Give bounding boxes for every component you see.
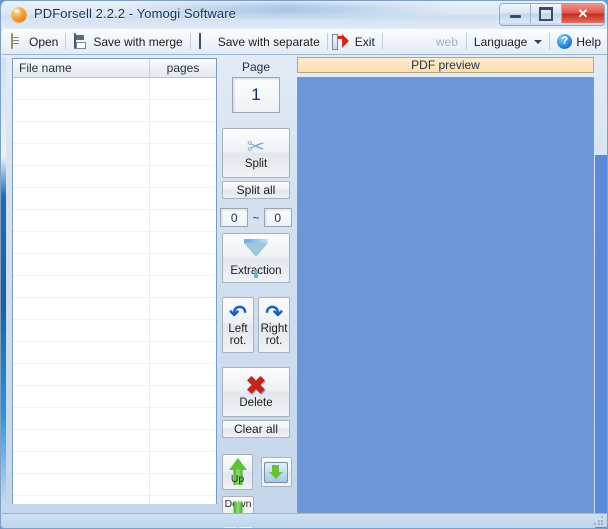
rotate-left-button[interactable]: ↶ Left rot. <box>222 297 254 353</box>
move-up-label: Up <box>230 473 245 485</box>
status-bar <box>2 513 607 527</box>
split-button[interactable]: ✂ Split <box>222 128 290 178</box>
split-button-label: Split <box>244 158 268 170</box>
rotate-left-label-2: rot. <box>229 334 247 347</box>
rotate-left-icon: ↶ <box>229 301 247 325</box>
file-list-panel[interactable]: File name pages <box>12 58 217 504</box>
page-controls-panel: Page 1 ✂ Split Split all 0 ~ 0 Extractio… <box>220 56 292 528</box>
chevron-down-icon <box>534 39 543 44</box>
language-menu[interactable]: Language <box>467 31 549 52</box>
help-button-label: Help <box>576 34 601 49</box>
file-list-column-divider <box>149 78 150 504</box>
scissors-icon: ✂ <box>246 134 266 159</box>
range-to-input[interactable]: 0 <box>263 208 292 227</box>
save-with-separate-label: Save with separate <box>217 34 320 49</box>
language-menu-label: Language <box>473 34 528 49</box>
delete-button-label: Delete <box>239 397 273 409</box>
pdf-preview-canvas[interactable] <box>595 155 607 528</box>
save-with-merge-button[interactable]: Save with merge <box>66 31 189 52</box>
window-controls: ✕ <box>499 3 605 26</box>
column-header-file-name[interactable]: File name <box>13 59 149 77</box>
rotate-left-label-1: Left <box>228 322 248 335</box>
window-title: PDForsell 2.2.2 - Yomogi Software <box>34 6 237 21</box>
web-link[interactable]: web <box>428 35 466 49</box>
floppy-disk-icon <box>73 32 89 50</box>
rotate-right-button[interactable]: ↷ Right rot. <box>258 297 290 353</box>
toolbar-separator <box>381 33 383 50</box>
grid-split-icon <box>198 32 214 50</box>
extraction-range-row: 0 ~ 0 <box>220 208 292 227</box>
open-button[interactable]: Open <box>2 31 65 52</box>
main-toolbar: Open Save with merge Save with separate … <box>2 29 607 55</box>
resize-grip[interactable] <box>593 515 605 527</box>
extraction-button[interactable]: Extraction <box>222 233 290 283</box>
page-label: Page <box>241 60 271 74</box>
exit-button[interactable]: Exit <box>328 31 382 52</box>
exit-door-icon <box>331 33 351 50</box>
help-button[interactable]: ? Help <box>550 31 607 52</box>
application-window: PDForsell 2.2.2 - Yomogi Software ✕ Open… <box>0 0 608 529</box>
close-button[interactable]: ✕ <box>562 4 604 23</box>
pdf-preview-header: PDF preview <box>297 57 594 73</box>
save-with-merge-label: Save with merge <box>93 34 183 49</box>
rotate-right-label-2: rot. <box>265 334 283 347</box>
page-number-input[interactable]: 1 <box>232 77 280 113</box>
rotation-buttons: ↶ Left rot. ↷ Right rot. <box>220 297 292 353</box>
title-bar: PDForsell 2.2.2 - Yomogi Software ✕ <box>1 1 607 30</box>
question-mark-icon: ? <box>557 34 573 49</box>
exit-button-label: Exit <box>354 34 375 49</box>
rotate-right-label-1: Right <box>260 322 288 335</box>
maximize-button[interactable] <box>531 4 562 23</box>
range-separator: ~ <box>252 210 260 225</box>
delete-button[interactable]: ✖ Delete <box>222 367 290 417</box>
move-up-button[interactable]: Up <box>222 454 254 490</box>
minimize-icon <box>509 15 521 18</box>
red-x-icon: ✖ <box>245 372 267 400</box>
funnel-icon <box>244 243 268 278</box>
window-accent-strip <box>1 58 6 504</box>
file-list-rows[interactable] <box>13 78 216 504</box>
file-list-header: File name pages <box>13 59 216 78</box>
open-button-label: Open <box>29 34 59 49</box>
app-logo-icon <box>11 7 27 23</box>
save-download-icon <box>264 461 289 483</box>
rotate-right-icon: ↷ <box>265 301 283 325</box>
split-all-button[interactable]: Split all <box>222 181 290 199</box>
pdf-preview-panel[interactable] <box>297 77 607 528</box>
save-with-separate-button[interactable]: Save with separate <box>191 31 327 52</box>
maximize-icon <box>539 6 553 21</box>
minimize-button[interactable] <box>500 4 531 23</box>
column-header-pages[interactable]: pages <box>149 59 216 77</box>
range-from-input[interactable]: 0 <box>220 208 249 227</box>
clear-all-button[interactable]: Clear all <box>222 420 290 438</box>
save-icon-button[interactable] <box>260 457 292 487</box>
folder-open-icon <box>9 32 25 50</box>
